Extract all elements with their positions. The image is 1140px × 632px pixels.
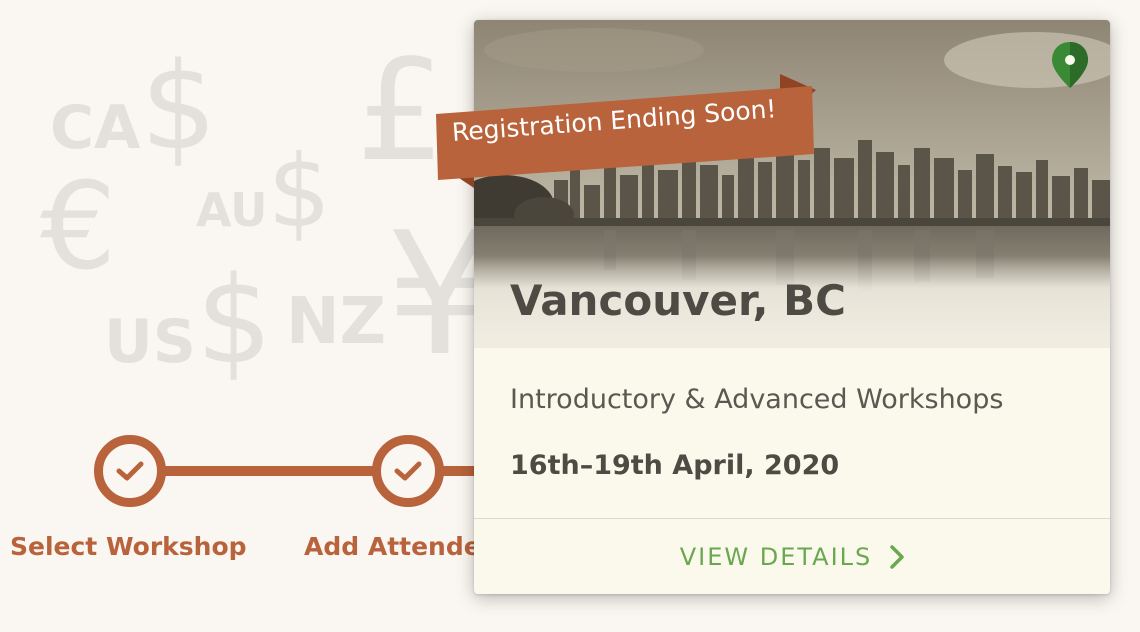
currency-ca-dollar: CA$	[50, 48, 217, 168]
step-add-attendees[interactable]	[372, 435, 444, 507]
currency-nz-code: NZ	[286, 285, 386, 359]
workshop-page: CA$ £ € AU$ US$ NZ ¥ Select Workshop Add…	[0, 0, 1140, 632]
check-icon	[394, 461, 422, 481]
currency-au-dollar: AU$	[196, 142, 331, 242]
view-details-link[interactable]: VIEW DETAILS	[474, 519, 1110, 594]
currency-us-code: US	[104, 307, 196, 377]
workshop-subtitle: Introductory & Advanced Workshops	[510, 384, 1004, 415]
map-pin-icon	[1052, 42, 1088, 88]
check-icon	[116, 461, 144, 481]
currency-au-code: AU	[196, 183, 268, 237]
currency-us-dollar: US$	[104, 262, 272, 382]
step-select-workshop[interactable]	[94, 435, 166, 507]
dollar-symbol: $	[195, 252, 273, 391]
step-label-select-workshop[interactable]: Select Workshop	[10, 532, 247, 561]
dollar-symbol: $	[267, 133, 332, 250]
chevron-right-icon	[890, 544, 905, 569]
currency-ca-code: CA	[50, 93, 141, 163]
view-details-label: VIEW DETAILS	[679, 542, 873, 571]
workshop-date: 16th–19th April, 2020	[510, 450, 840, 481]
location-title: Vancouver, BC	[510, 276, 846, 325]
step-label-add-attendees[interactable]: Add Attende	[304, 532, 481, 561]
